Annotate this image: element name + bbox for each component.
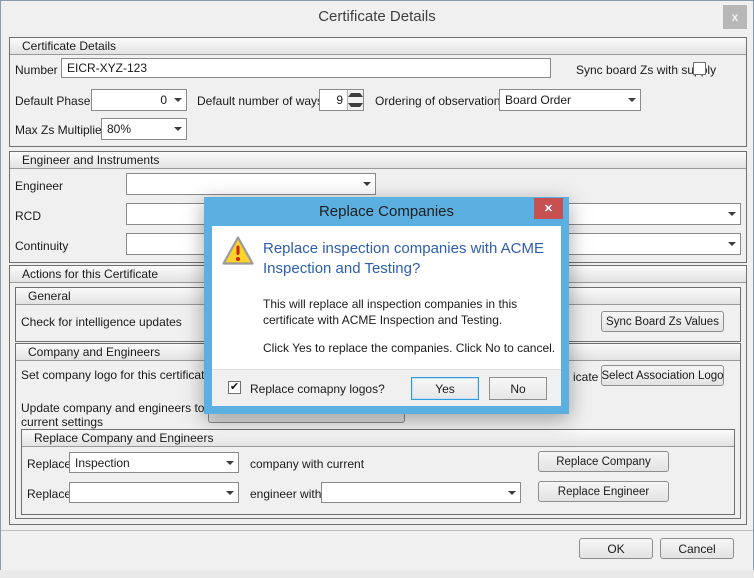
ordering-label: Ordering of observations [375, 94, 507, 108]
chevron-down-icon [624, 98, 640, 102]
replace-logos-label: Replace comapny logos? [250, 382, 385, 396]
modal-close-button[interactable]: ✕ [534, 198, 563, 219]
chevron-down-icon [359, 182, 375, 186]
replace-group-header: Replace Company and Engineers [22, 430, 734, 447]
max-zs-combo[interactable]: 80% [101, 118, 187, 140]
chevron-down-icon [222, 460, 238, 465]
set-company-logo-label: Set company logo for this certificate [21, 368, 212, 382]
select-association-logo-button[interactable]: Select Association Logo [601, 365, 724, 386]
window-title: Certificate Details [318, 8, 436, 25]
chevron-down-icon [724, 212, 740, 216]
replace-engineer-row-label: Replace [27, 487, 72, 501]
yes-button[interactable]: Yes [411, 377, 479, 400]
check-icon: ✔ [229, 381, 240, 393]
rcd-label: RCD [15, 209, 41, 223]
replace-company-combo[interactable]: Inspection [69, 452, 239, 473]
no-button[interactable]: No [489, 377, 547, 400]
intelligence-updates-label: Check for intelligence updates [21, 315, 182, 329]
engineer-label: Engineer [15, 179, 64, 193]
window-close-button[interactable]: x [723, 5, 747, 29]
replace-company-button[interactable]: Replace Company [538, 451, 669, 472]
max-zs-label: Max Zs Multiplier [15, 123, 106, 137]
update-company-label: Update company and engineers to current … [21, 401, 205, 429]
close-icon: ✕ [543, 203, 554, 215]
chevron-down-icon [222, 490, 238, 495]
replace-engineer-to-combo[interactable] [321, 482, 521, 503]
association-logo-label-fragment: icate [573, 370, 599, 384]
replace-companies-dialog: Replace Companies ✕ Replace inspection c… [204, 197, 569, 414]
modal-footer: ✔ Replace comapny logos? Yes No [212, 369, 561, 406]
certificate-details-group-header: Certificate Details [10, 38, 746, 55]
ways-label: Default number of ways [197, 94, 324, 108]
chevron-down-icon [170, 98, 186, 102]
modal-instruction-text: Click Yes to replace the companies. Clic… [263, 341, 556, 355]
replace-engineer-from-combo[interactable] [69, 482, 239, 503]
warning-icon [222, 235, 254, 267]
modal-content: Replace inspection companies with ACME I… [212, 226, 561, 406]
modal-title: Replace Companies [318, 203, 455, 220]
number-input[interactable]: EICR-XYZ-123 [61, 58, 551, 78]
sync-board-zs-button[interactable]: Sync Board Zs Values [601, 311, 724, 332]
ok-button[interactable]: OK [579, 538, 653, 559]
engineer-instruments-group-header: Engineer and Instruments [10, 152, 746, 169]
spinner-up-icon[interactable] [348, 90, 363, 100]
default-phase-combo[interactable]: 0 [91, 89, 187, 111]
chevron-down-icon [504, 490, 520, 495]
number-label: Number [15, 63, 58, 77]
sync-supply-checkbox[interactable] [693, 62, 706, 75]
replace-logos-checkbox[interactable]: ✔ [228, 381, 241, 394]
modal-body-text: This will replace all inspection compani… [263, 297, 518, 327]
company-with-current-label: company with current [250, 457, 365, 471]
default-phase-label: Default Phase [15, 94, 91, 108]
ordering-combo[interactable]: Board Order [499, 89, 641, 111]
cancel-button[interactable]: Cancel [660, 538, 734, 559]
modal-heading: Replace inspection companies with ACME I… [263, 240, 544, 277]
replace-engineer-button[interactable]: Replace Engineer [538, 481, 669, 502]
ways-stepper[interactable]: 9 [319, 89, 364, 111]
engineer-combo[interactable] [126, 173, 376, 195]
chevron-down-icon [170, 127, 186, 131]
update-company-engineers-button[interactable] [208, 413, 405, 423]
continuity-label: Continuity [15, 239, 69, 253]
replace-company-row-label: Replace [27, 457, 72, 471]
close-icon: x [731, 10, 739, 24]
chevron-down-icon [724, 242, 740, 246]
engineer-with-label: engineer with [250, 487, 322, 501]
certificate-details-window: Certificate Details x Certificate Detail… [0, 0, 754, 570]
spinner-down-icon[interactable] [348, 100, 363, 110]
